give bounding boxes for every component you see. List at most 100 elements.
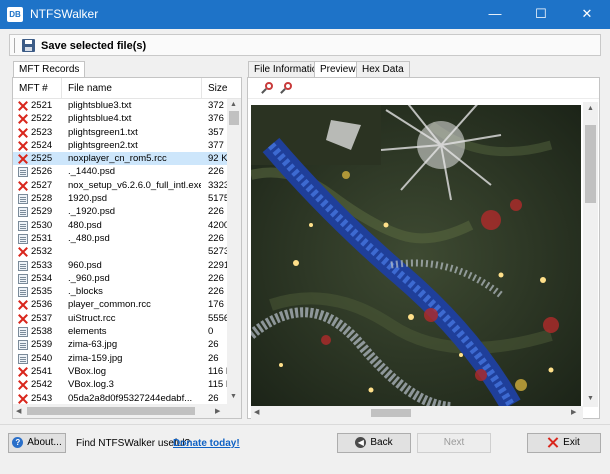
size-cell: 357 [208, 126, 224, 138]
table-row[interactable]: 2532 5273 [13, 245, 227, 258]
size-cell: 372 [208, 100, 224, 111]
deleted-x-icon [18, 394, 28, 404]
size-cell: 3323 [208, 179, 227, 191]
exit-button[interactable]: Exit [527, 433, 601, 453]
size-cell: 377 [208, 139, 224, 151]
zoom-in-icon[interactable] [260, 81, 275, 96]
preview-horizontal-scrollbar[interactable]: ◀ ▶ [251, 406, 583, 419]
about-button[interactable]: ? About... [8, 433, 66, 453]
table-row[interactable]: 2538 elements 0 [13, 325, 227, 338]
size-cell: 376 [208, 113, 224, 125]
preview-scroll-down-arrow-icon[interactable]: ▼ [587, 395, 594, 402]
scroll-up-arrow-icon[interactable]: ▲ [230, 101, 237, 108]
table-row[interactable]: 2534 ._960.psd 226 [13, 272, 227, 285]
preview-scroll-left-arrow-icon[interactable]: ◀ [254, 408, 259, 416]
deleted-x-icon [18, 247, 28, 257]
table-row[interactable]: 2543 05da2a8d0f95327244edabf... 26 [13, 392, 227, 404]
file-name-cell: player_common.rcc [68, 299, 151, 311]
mft-number-cell: 2527 [31, 179, 53, 191]
mft-number-cell: 2521 [31, 100, 53, 111]
table-row[interactable]: 2531 ._480.psd 226 [13, 232, 227, 245]
table-row[interactable]: 2521 plightsblue3.txt 372 [13, 99, 227, 112]
size-cell: 226 [208, 232, 224, 244]
mft-number-cell: 2529 [31, 206, 53, 218]
app-icon: DB [7, 7, 23, 22]
file-name-cell: plightsgreen1.txt [68, 126, 138, 138]
table-row[interactable]: 2526 ._1440.psd 226 [13, 165, 227, 178]
minimize-button[interactable]: — [472, 0, 518, 29]
table-row[interactable]: 2530 480.psd 4200 [13, 219, 227, 232]
records-horizontal-scroll-thumb[interactable] [27, 407, 195, 415]
tab-preview[interactable]: Preview [314, 61, 362, 78]
size-cell: 226 [208, 206, 224, 218]
christmas-tree-photo [251, 105, 581, 407]
table-row[interactable]: 2533 960.psd 2291 [13, 259, 227, 272]
table-row[interactable]: 2537 uiStruct.rcc 5556 [13, 312, 227, 325]
table-row[interactable]: 2536 player_common.rcc 176 [13, 298, 227, 311]
zoom-toolbar [248, 78, 599, 99]
scroll-right-arrow-icon[interactable]: ▶ [215, 407, 220, 415]
file-name-cell: elements [68, 326, 107, 338]
file-icon [18, 340, 28, 351]
records-vertical-scrollbar[interactable]: ▲ ▼ [227, 99, 241, 404]
mft-number-cell: 2536 [31, 299, 53, 311]
deleted-x-icon [18, 101, 28, 111]
mft-number-cell: 2533 [31, 259, 53, 271]
preview-scroll-right-arrow-icon[interactable]: ▶ [571, 408, 576, 416]
size-cell: 226 [208, 272, 224, 284]
size-cell: 226 [208, 166, 224, 178]
size-cell: 116 I [208, 365, 227, 377]
table-row[interactable]: 2525 noxplayer_cn_rom5.rcc 92 K [13, 152, 227, 166]
column-header-size[interactable]: Size [202, 78, 228, 99]
mft-number-cell: 2530 [31, 219, 53, 231]
records-horizontal-scrollbar[interactable]: ◀ ▶ [13, 404, 241, 418]
window-title: NTFSWalker [30, 7, 99, 21]
table-row[interactable]: 2540 zima-159.jpg 26 [13, 352, 227, 365]
mft-records-panel: MFT # File name Size 2521 plightsblue3.tx… [12, 77, 242, 419]
table-row[interactable]: 2524 plightsgreen2.txt 377 [13, 139, 227, 152]
table-row[interactable]: 2541 VBox.log 116 I [13, 365, 227, 378]
file-name-cell: ._1440.psd [68, 166, 116, 178]
tab-hex-data[interactable]: Hex Data [356, 61, 410, 77]
close-button[interactable]: ✕ [564, 0, 610, 29]
maximize-button[interactable]: ☐ [518, 0, 564, 29]
tab-mft-records[interactable]: MFT Records [13, 61, 86, 78]
table-row[interactable]: 2523 plightsgreen1.txt 357 [13, 126, 227, 139]
image-preview [251, 105, 581, 407]
next-button[interactable]: Next [417, 433, 491, 453]
preview-horizontal-scroll-thumb[interactable] [371, 409, 411, 417]
preview-vertical-scrollbar[interactable]: ▲ ▼ [583, 102, 598, 407]
file-name-cell: ._1920.psd [68, 206, 116, 218]
preview-panel: ▲ ▼ ◀ ▶ [247, 77, 600, 419]
save-selected-button[interactable]: Save selected file(s) [14, 37, 146, 54]
table-row[interactable]: 2528 1920.psd 5175 [13, 192, 227, 205]
file-icon [18, 260, 28, 271]
column-header-mft[interactable]: MFT # [13, 78, 62, 99]
scroll-down-arrow-icon[interactable]: ▼ [230, 393, 237, 400]
table-row[interactable]: 2542 VBox.log.3 115 I [13, 378, 227, 391]
column-header-file-name[interactable]: File name [62, 78, 202, 99]
back-button[interactable]: ◀ Back [337, 433, 411, 453]
donate-link[interactable]: Donate today! [173, 438, 240, 449]
file-name-cell: nox_setup_v6.2.6.0_full_intl.exe [68, 179, 201, 191]
deleted-x-icon [18, 367, 28, 377]
size-cell: 5273 [208, 246, 227, 258]
zoom-out-icon[interactable] [279, 81, 294, 96]
mft-number-cell: 2523 [31, 126, 53, 138]
table-row[interactable]: 2539 zima-63.jpg 26 [13, 338, 227, 351]
file-name-cell: 05da2a8d0f95327244edabf... [68, 392, 193, 404]
table-row[interactable]: 2529 ._1920.psd 226 [13, 205, 227, 218]
preview-scroll-up-arrow-icon[interactable]: ▲ [587, 105, 594, 112]
size-cell: 92 K [208, 153, 227, 165]
preview-vertical-scroll-thumb[interactable] [585, 125, 596, 203]
footer-divider [0, 424, 610, 425]
table-row[interactable]: 2522 plightsblue4.txt 376 [13, 112, 227, 125]
file-icon [18, 220, 28, 231]
about-label: About... [27, 437, 62, 448]
records-vertical-scroll-thumb[interactable] [229, 111, 239, 125]
table-row[interactable]: 2527 nox_setup_v6.2.6.0_full_intl.exe 3323 [13, 179, 227, 192]
file-icon [18, 353, 28, 364]
table-row[interactable]: 2535 ._blocks 226 [13, 285, 227, 298]
file-icon [18, 233, 28, 244]
scroll-left-arrow-icon[interactable]: ◀ [16, 407, 21, 415]
